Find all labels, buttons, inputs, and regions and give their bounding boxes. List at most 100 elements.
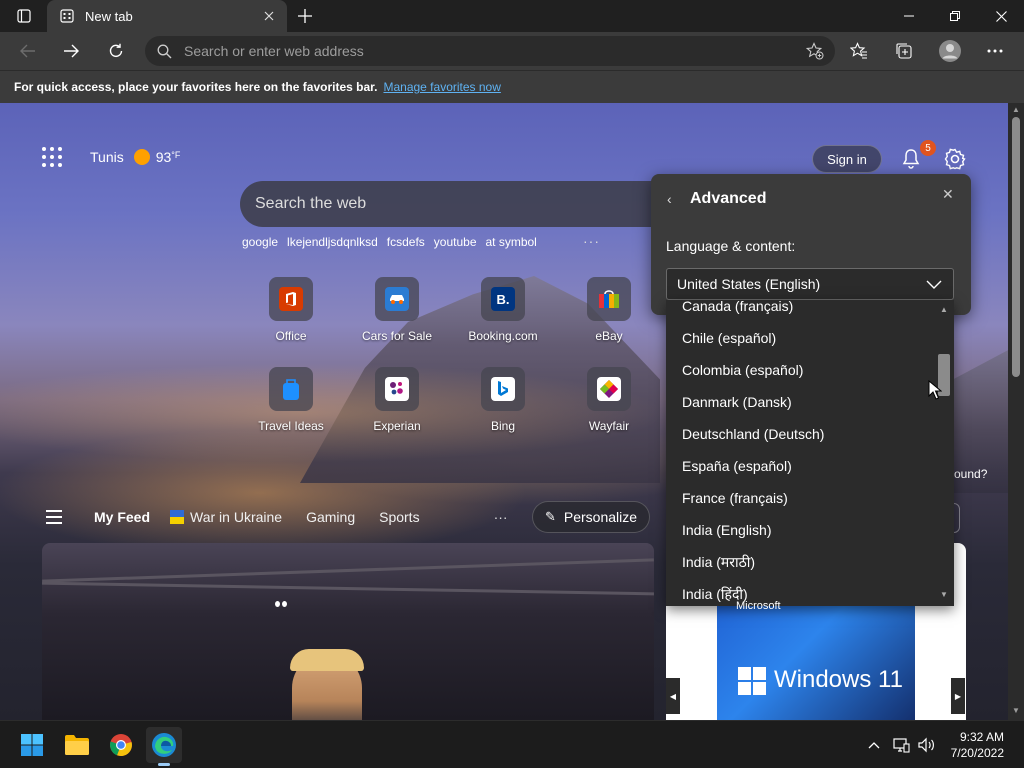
add-favorite-button[interactable] bbox=[803, 39, 827, 63]
language-option[interactable]: India (English) bbox=[666, 514, 936, 546]
menu-icon[interactable] bbox=[46, 510, 68, 524]
language-option[interactable]: Deutschland (Deutsch) bbox=[666, 418, 936, 450]
minimize-icon bbox=[904, 15, 914, 17]
recent-search-item[interactable]: fcsdefs bbox=[387, 235, 425, 249]
feed-tab-my-feed[interactable]: My Feed bbox=[94, 509, 150, 525]
personalize-button[interactable]: ✎ Personalize bbox=[532, 501, 650, 533]
feed-tab-gaming[interactable]: Gaming bbox=[306, 509, 355, 525]
language-option[interactable]: España (español) bbox=[666, 450, 936, 482]
tile-experian[interactable]: Experian bbox=[354, 367, 440, 447]
more-horizontal-icon bbox=[987, 49, 1003, 53]
scroll-down-arrow-icon[interactable]: ▼ bbox=[1012, 706, 1020, 715]
manage-favorites-link[interactable]: Manage favorites now bbox=[383, 80, 500, 94]
weather-temp: 93 bbox=[155, 149, 172, 165]
ebay-icon bbox=[597, 287, 621, 311]
language-option[interactable]: India (हिंदी) bbox=[666, 578, 936, 606]
forward-button[interactable] bbox=[55, 35, 87, 67]
language-option[interactable]: Colombia (español) bbox=[666, 354, 936, 386]
close-icon[interactable]: ✕ bbox=[942, 186, 954, 203]
star-add-icon bbox=[806, 42, 824, 60]
restore-icon bbox=[950, 11, 960, 21]
weather-unit: °F bbox=[171, 150, 181, 160]
tile-cars-for-sale[interactable]: Cars for Sale bbox=[354, 277, 440, 357]
tab-close-button[interactable] bbox=[257, 4, 281, 28]
app-launcher-icon[interactable] bbox=[42, 147, 62, 167]
chevron-left-icon[interactable]: ‹ bbox=[667, 191, 672, 207]
language-option[interactable]: India (मराठी) bbox=[666, 546, 936, 578]
tile-wayfair[interactable]: Wayfair bbox=[566, 367, 652, 447]
language-select[interactable]: United States (English) bbox=[666, 268, 954, 300]
tile-label: Experian bbox=[373, 419, 421, 433]
taskbar-clock[interactable]: 9:32 AM 7/20/2022 bbox=[948, 729, 1004, 761]
feed-tab-sports[interactable]: Sports bbox=[379, 509, 419, 525]
tile-office[interactable]: Office bbox=[248, 277, 334, 357]
favorites-button[interactable] bbox=[843, 35, 875, 67]
settings-more-button[interactable] bbox=[979, 35, 1011, 67]
favorites-bar: For quick access, place your favorites h… bbox=[0, 70, 1024, 103]
feed-tab-war-in-ukraine[interactable]: War in Ukraine bbox=[170, 509, 282, 525]
weather-widget[interactable]: Tunis 93 °F bbox=[90, 147, 180, 167]
taskbar-edge[interactable] bbox=[146, 727, 182, 763]
refresh-button[interactable] bbox=[100, 35, 132, 67]
favorites-icon bbox=[850, 42, 867, 59]
taskbar-chrome[interactable] bbox=[103, 727, 139, 763]
carousel-next-button[interactable]: ▶ bbox=[951, 678, 965, 714]
web-search-input[interactable]: Search the web bbox=[240, 181, 660, 227]
start-button[interactable] bbox=[14, 727, 50, 763]
taskbar: 9:32 AM 7/20/2022 bbox=[0, 720, 1024, 768]
tab-new-tab[interactable]: New tab bbox=[47, 0, 287, 32]
tile-booking[interactable]: B. Booking.com bbox=[460, 277, 546, 357]
feed-tab-label: War in Ukraine bbox=[190, 509, 283, 525]
tile-travel-ideas[interactable]: Travel Ideas bbox=[248, 367, 334, 447]
recent-search-item[interactable]: lkejendljsdqnlksd bbox=[287, 235, 378, 249]
recent-search-item[interactable]: at symbol bbox=[486, 235, 537, 249]
feed-more-button[interactable]: ··· bbox=[494, 509, 508, 525]
language-option[interactable]: France (français) bbox=[666, 482, 936, 514]
taskbar-file-explorer[interactable] bbox=[59, 727, 95, 763]
profile-button[interactable] bbox=[934, 35, 966, 67]
page-scrollbar[interactable]: ▲ ▼ bbox=[1008, 103, 1024, 720]
collections-button[interactable] bbox=[888, 35, 920, 67]
gear-icon[interactable] bbox=[943, 147, 967, 171]
language-option[interactable]: Canada (français) bbox=[666, 300, 936, 322]
scroll-up-arrow-icon[interactable]: ▲ bbox=[1012, 105, 1020, 114]
dropdown-scrollbar[interactable]: ▲ ▼ bbox=[936, 300, 954, 606]
carousel-prev-button[interactable]: ◀ bbox=[666, 678, 680, 714]
search-icon bbox=[157, 44, 172, 58]
tile-ebay[interactable]: eBay bbox=[566, 277, 652, 357]
tray-network-button[interactable] bbox=[891, 735, 911, 755]
recent-searches: google lkejendljsdqnlksd fcsdefs youtube… bbox=[242, 235, 546, 249]
windows-start-icon bbox=[21, 734, 43, 756]
new-tab-button[interactable] bbox=[292, 4, 318, 28]
scroll-up-arrow-icon[interactable]: ▲ bbox=[940, 305, 948, 314]
travel-bag-icon bbox=[279, 377, 303, 401]
recent-search-item[interactable]: youtube bbox=[434, 235, 477, 249]
back-arrow-icon bbox=[20, 44, 35, 58]
recent-search-item[interactable]: google bbox=[242, 235, 278, 249]
background-info-text[interactable]: ound? bbox=[954, 467, 987, 481]
restore-button[interactable] bbox=[932, 0, 978, 32]
browser-toolbar: Search or enter web address bbox=[0, 32, 1024, 70]
page-scrollbar-thumb[interactable] bbox=[1012, 117, 1020, 377]
tile-bing[interactable]: Bing bbox=[460, 367, 546, 447]
notification-bell-icon[interactable] bbox=[899, 147, 923, 171]
tray-volume-button[interactable] bbox=[916, 735, 936, 755]
scroll-down-arrow-icon[interactable]: ▼ bbox=[940, 590, 948, 599]
tab-actions-button[interactable] bbox=[8, 4, 40, 28]
collections-icon bbox=[896, 43, 912, 59]
back-button[interactable] bbox=[12, 35, 44, 67]
tile-label: Wayfair bbox=[588, 419, 630, 433]
news-card-hero[interactable] bbox=[42, 543, 654, 720]
close-window-button[interactable] bbox=[978, 0, 1024, 32]
tray-overflow-button[interactable] bbox=[864, 735, 884, 755]
personalize-label: Personalize bbox=[563, 509, 638, 525]
sign-in-button[interactable]: Sign in bbox=[812, 145, 882, 173]
stadium-lights bbox=[275, 601, 287, 607]
language-option[interactable]: Chile (español) bbox=[666, 322, 936, 354]
recent-searches-more-button[interactable]: ··· bbox=[583, 233, 600, 249]
weather-city: Tunis bbox=[90, 149, 124, 165]
chevron-up-icon bbox=[868, 742, 880, 749]
language-option[interactable]: Danmark (Dansk) bbox=[666, 386, 936, 418]
address-bar[interactable]: Search or enter web address bbox=[145, 36, 835, 66]
minimize-button[interactable] bbox=[886, 0, 932, 32]
